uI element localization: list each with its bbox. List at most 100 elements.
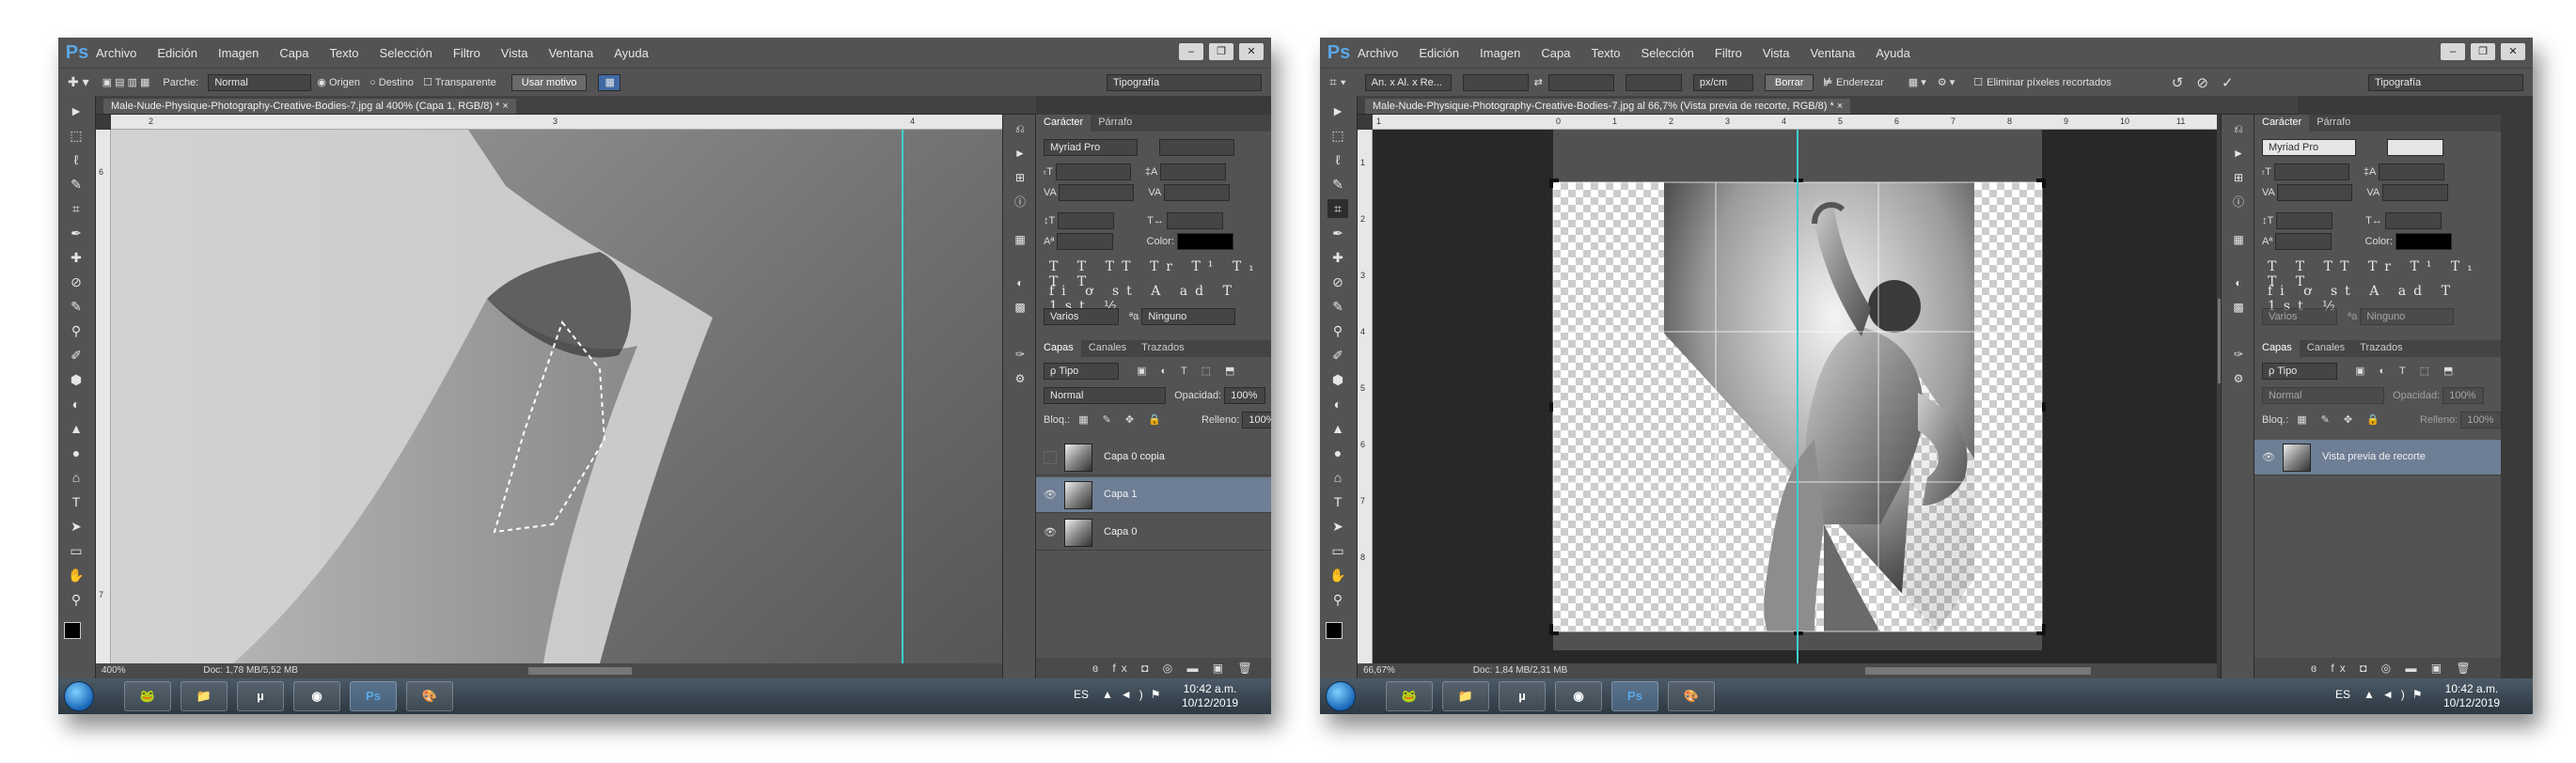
quick-select-icon[interactable]: ✎: [1327, 175, 1348, 194]
taskbar-app-utorrent[interactable]: µ: [237, 681, 284, 711]
layer-row[interactable]: 👁 Capa 0: [1036, 515, 1271, 551]
tab-caracter[interactable]: Carácter: [1036, 115, 1092, 132]
taskbar-app-photoshop[interactable]: Ps: [1611, 681, 1658, 711]
tool-presets-icon[interactable]: ⚙: [1011, 370, 1029, 387]
taskbar-clock[interactable]: 10:42 a.m. 10/12/2019: [1182, 682, 1238, 710]
vertical-scale-field[interactable]: [1058, 212, 1115, 229]
crop-height-field[interactable]: [1547, 73, 1614, 91]
menu-ayuda[interactable]: Ayuda: [1876, 46, 1910, 60]
eyedropper-icon[interactable]: ✒: [66, 224, 86, 242]
path-select-icon[interactable]: ➤: [1327, 517, 1348, 536]
layer-filter-select[interactable]: ρ Tipo: [2262, 363, 2337, 380]
taskbar-app-photoshop[interactable]: Ps: [350, 681, 397, 711]
canvas-area[interactable]: [111, 130, 1030, 663]
blend-mode-select[interactable]: Normal: [1044, 387, 1166, 404]
eye-icon[interactable]: 👁: [1044, 526, 1057, 539]
brush-tool-icon[interactable]: ⊘: [66, 272, 86, 291]
pen-tool-icon[interactable]: ⌂: [66, 468, 86, 487]
menu-edicion[interactable]: Edición: [157, 46, 197, 60]
adjustments-panel-icon[interactable]: ◐: [1011, 274, 1029, 291]
status-zoom[interactable]: 400%: [102, 665, 126, 676]
menu-filtro[interactable]: Filtro: [1715, 46, 1742, 60]
workspace-select[interactable]: Tipografía: [2368, 74, 2523, 91]
font-style-select[interactable]: [1159, 139, 1235, 156]
swatches-panel-icon[interactable]: ▦: [1011, 231, 1029, 248]
fill-field[interactable]: 100%: [1242, 412, 1271, 428]
patch-tool-icon[interactable]: ✚: [66, 248, 86, 267]
styles-panel-icon[interactable]: ▩: [1011, 299, 1029, 316]
tab-trazados[interactable]: Trazados: [2352, 340, 2410, 357]
menu-edicion[interactable]: Edición: [1419, 46, 1459, 60]
eyedropper-icon[interactable]: ✒: [1327, 224, 1348, 242]
marquee-tool-icon[interactable]: ⬚: [1327, 126, 1348, 145]
borrar-button[interactable]: Borrar: [1764, 73, 1814, 91]
cancel-icon[interactable]: ⊘: [2196, 74, 2208, 91]
straighten-icon[interactable]: ⊭: [1823, 76, 1832, 88]
menu-archivo[interactable]: Archivo: [1358, 46, 1398, 60]
document-tab[interactable]: Male-Nude-Physique-Photography-Creative-…: [103, 99, 516, 114]
sharpen-tool-icon[interactable]: ▲: [1327, 419, 1348, 438]
taskbar-app-paint[interactable]: 🎨: [1668, 681, 1715, 711]
info-panel-icon[interactable]: ⓘ: [1011, 194, 1029, 210]
horizontal-scale-field[interactable]: [2384, 212, 2442, 229]
font-size-field[interactable]: [2273, 164, 2349, 180]
swap-icon[interactable]: ⇄: [1534, 76, 1543, 88]
brush-panel-icon[interactable]: ✑: [1011, 346, 1029, 363]
usar-motivo-button[interactable]: Usar motivo: [510, 73, 588, 91]
taskbar-app-utorrent[interactable]: µ: [1499, 681, 1546, 711]
language-indicator[interactable]: ES: [2335, 688, 2350, 701]
tab-canales[interactable]: Canales: [1081, 340, 1134, 357]
tracking-field[interactable]: [1163, 184, 1230, 201]
blend-mode-select[interactable]: Normal: [2262, 387, 2384, 404]
tray-icons[interactable]: ▲◄)⚑: [2364, 688, 2430, 701]
crop-width-field[interactable]: [1462, 73, 1529, 91]
menu-vista[interactable]: Vista: [1763, 46, 1790, 60]
canvas-area[interactable]: [1373, 130, 2217, 663]
tracking-field[interactable]: [2381, 184, 2448, 201]
start-button[interactable]: [64, 681, 94, 711]
taskbar-app-paint[interactable]: 🎨: [406, 681, 453, 711]
tab-caracter[interactable]: Carácter: [2254, 115, 2310, 132]
type-tool-icon[interactable]: T: [1327, 492, 1348, 511]
taskbar-app-chrome[interactable]: ◉: [293, 681, 340, 711]
kerning-field[interactable]: [2277, 184, 2353, 201]
tab-capas[interactable]: Capas: [2254, 340, 2300, 357]
actions-panel-icon[interactable]: ►: [2229, 145, 2248, 162]
menu-ayuda[interactable]: Ayuda: [614, 46, 649, 60]
status-zoom[interactable]: 66,67%: [1363, 665, 1395, 676]
taskbar-app-chrome[interactable]: ◉: [1555, 681, 1602, 711]
layer-row[interactable]: 👁 Capa 1: [1036, 477, 1271, 513]
shape-tool-icon[interactable]: ▭: [66, 541, 86, 560]
crop-tool-icon[interactable]: ⌗ ▾: [1329, 74, 1346, 90]
antialias-select[interactable]: Ninguno: [1141, 308, 1236, 325]
destino-radio[interactable]: ○ Destino: [369, 77, 414, 88]
transparente-checkbox[interactable]: ☐ Transparente: [423, 76, 496, 88]
zoom-tool-icon[interactable]: ⚲: [66, 590, 86, 609]
menu-texto[interactable]: Texto: [329, 46, 358, 60]
marquee-tool-icon[interactable]: ⬚: [66, 126, 86, 145]
menu-capa[interactable]: Capa: [279, 46, 308, 60]
horizontal-scrollbar[interactable]: [1865, 667, 2091, 675]
color-swatches[interactable]: [1326, 622, 1352, 648]
adjustments-panel-icon[interactable]: ◐: [2229, 274, 2248, 291]
tab-capas[interactable]: Capas: [1036, 340, 1081, 357]
menu-seleccion[interactable]: Selección: [1641, 46, 1694, 60]
lock-icons[interactable]: ▦ ✎ ✥ 🔒: [2297, 414, 2385, 426]
crop-tool-icon[interactable]: ⌗: [1327, 199, 1348, 218]
opacity-field[interactable]: 100%: [2442, 387, 2485, 404]
pattern-picker[interactable]: ▦: [598, 73, 621, 91]
eraser-tool-icon[interactable]: ✐: [1327, 346, 1348, 365]
lock-icons[interactable]: ▦ ✎ ✥ 🔒: [1078, 414, 1167, 426]
eye-icon[interactable]: 👁: [1044, 489, 1057, 502]
opacity-field[interactable]: 100%: [1224, 387, 1266, 404]
menu-vista[interactable]: Vista: [501, 46, 528, 60]
blur-tool-icon[interactable]: ◐: [66, 395, 86, 413]
fill-field[interactable]: 100%: [2460, 412, 2503, 428]
paint-bucket-icon[interactable]: ⬢: [66, 370, 86, 389]
menu-ventana[interactable]: Ventana: [1810, 46, 1855, 60]
quick-select-icon[interactable]: ✎: [66, 175, 86, 194]
horizontal-scrollbar[interactable]: [528, 667, 632, 675]
tab-trazados[interactable]: Trazados: [1134, 340, 1191, 357]
baseline-field[interactable]: [1057, 233, 1114, 250]
tray-icons[interactable]: ▲◄)⚑: [1102, 688, 1169, 701]
